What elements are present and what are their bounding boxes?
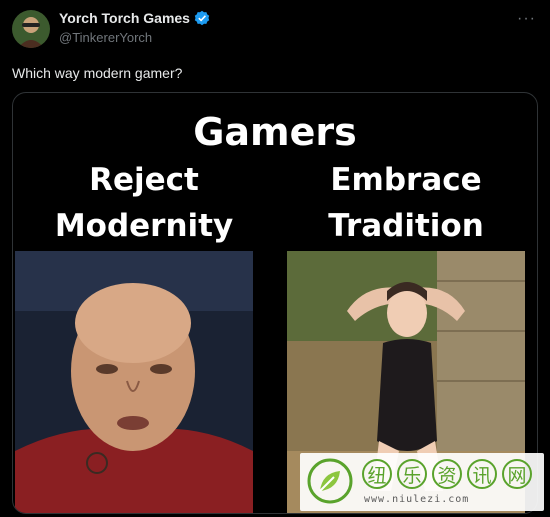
- user-handle[interactable]: @TinkererYorch: [59, 30, 152, 45]
- watermark-char: 纽: [362, 459, 392, 489]
- meme-title: Gamers: [193, 110, 357, 154]
- left-portrait-image: [15, 251, 253, 513]
- left-caption: Reject Modernity: [54, 162, 234, 244]
- watermark-banner: 纽 乐 资 讯 网 www.niulezi.com: [300, 453, 544, 511]
- watermark-char: 乐: [397, 459, 427, 489]
- right-caption: Embrace Tradition: [328, 162, 484, 244]
- more-options-icon[interactable]: ···: [517, 11, 536, 27]
- watermark-char: 网: [502, 459, 532, 489]
- leaf-logo-icon: [307, 458, 353, 504]
- verified-badge-icon: [194, 10, 210, 26]
- watermark-char: 资: [432, 459, 462, 489]
- tweet-text: Which way modern gamer?: [12, 65, 183, 81]
- display-name[interactable]: Yorch Torch Games: [59, 10, 190, 26]
- watermark-char: 讯: [467, 459, 497, 489]
- watermark-url: www.niulezi.com: [364, 494, 470, 505]
- avatar-image: [12, 10, 50, 48]
- tweet-media[interactable]: Gamers Reject Modernity Embrace Traditio…: [12, 92, 538, 514]
- avatar[interactable]: [12, 10, 50, 48]
